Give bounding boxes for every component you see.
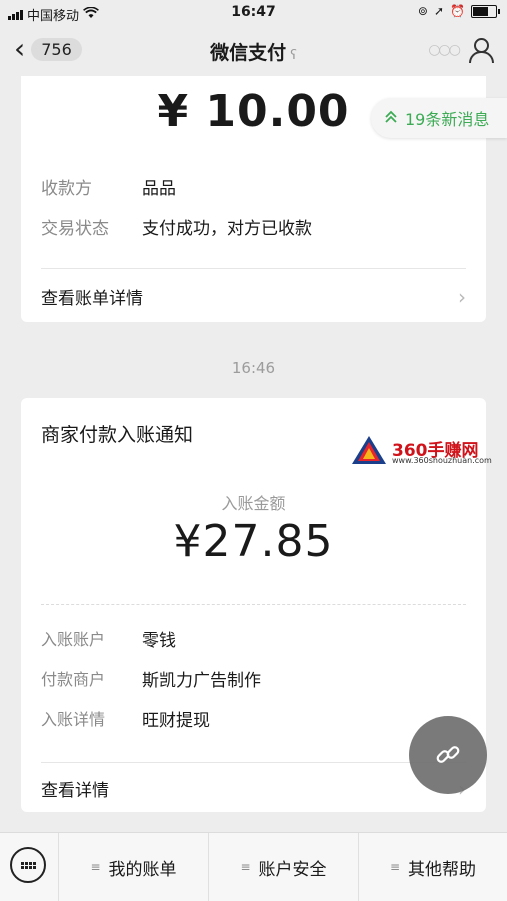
detail-value: 旺财提现 (142, 711, 210, 731)
view-details-link[interactable]: 查看详情 › (41, 776, 466, 802)
notice-title: 商家付款入账通知 (41, 424, 194, 446)
payee-value: 品品 (142, 179, 176, 199)
account-value: 零钱 (142, 631, 176, 651)
divider (41, 268, 466, 269)
battery-icon (471, 4, 500, 18)
bill-details-label: 查看账单详情 (41, 289, 143, 309)
notice-amount: ¥27.85 (173, 516, 334, 567)
keyboard-icon (20, 861, 36, 869)
divider (41, 762, 466, 763)
location-icon: ➚ (433, 4, 445, 18)
menu-icon: ≡ (389, 860, 401, 874)
chevron-right-icon: › (458, 284, 466, 309)
watermark: 360手赚网 www.360shouzhuan.com (350, 432, 507, 470)
payee-label: 收款方 (41, 179, 92, 199)
bill-details-link[interactable]: 查看账单详情 › (41, 284, 466, 310)
payment-row-status: 交易状态 支付成功，对方已收款 (41, 214, 312, 239)
tab-label: 其他帮助 (408, 859, 477, 880)
earpiece-icon: ʕ (290, 48, 297, 63)
nav-bar: ‹ 756 微信支付 ʕ ○○○ (0, 28, 507, 76)
watermark-url: www.360shouzhuan.com (392, 456, 492, 465)
menu-icon: ≡ (240, 860, 251, 874)
notice-row-merchant: 付款商户 斯凯力广告制作 (41, 666, 261, 691)
tab-label: 我的账单 (108, 859, 177, 880)
status-right: ⊚ ➚ ⏰ (417, 4, 500, 18)
view-details-label: 查看详情 (41, 781, 109, 801)
link-icon (436, 746, 460, 763)
tab-other-help[interactable]: ≡ 其他帮助 (359, 833, 507, 901)
page-title-text: 微信支付 (210, 42, 287, 64)
payment-row-payee: 收款方 品品 (41, 174, 176, 199)
profile-icon[interactable] (467, 36, 494, 64)
bottom-menu-bar: ≡ 我的账单 ≡ 账户安全 ≡ 其他帮助 (0, 832, 507, 901)
notice-row-account: 入账账户 零钱 (41, 626, 176, 651)
keyboard-toggle-button[interactable] (10, 847, 46, 883)
new-messages-text: 19条新消息 (405, 110, 490, 129)
nav-actions: ○○○ (428, 36, 494, 64)
merchant-label: 付款商户 (41, 670, 106, 689)
more-dots-icon[interactable]: ○○○ (428, 42, 461, 58)
tab-account-security[interactable]: ≡ 账户安全 (209, 833, 358, 901)
floating-link-button[interactable] (409, 716, 487, 794)
status-bar: 中国移动 16:47 ⊚ ➚ ⏰ (0, 0, 507, 26)
amount-label: 入账金额 (221, 494, 286, 513)
double-chevron-up-icon (385, 109, 397, 128)
new-messages-badge[interactable]: 19条新消息 (371, 98, 507, 138)
rotation-lock-icon: ⊚ (417, 4, 428, 18)
status-value: 支付成功，对方已收款 (142, 219, 312, 239)
notice-row-detail: 入账详情 旺财提现 (41, 706, 210, 731)
menu-icon: ≡ (90, 860, 101, 874)
account-label: 入账账户 (41, 630, 106, 649)
detail-label: 入账详情 (41, 710, 106, 729)
watermark-logo-icon (352, 436, 386, 464)
chat-timestamp: 16:46 (231, 359, 276, 377)
dashed-divider (41, 604, 466, 605)
alarm-icon: ⏰ (450, 4, 465, 18)
status-label: 交易状态 (41, 219, 109, 239)
tab-my-bills[interactable]: ≡ 我的账单 (59, 833, 208, 901)
merchant-value: 斯凯力广告制作 (142, 671, 261, 691)
tab-label: 账户安全 (258, 859, 327, 880)
